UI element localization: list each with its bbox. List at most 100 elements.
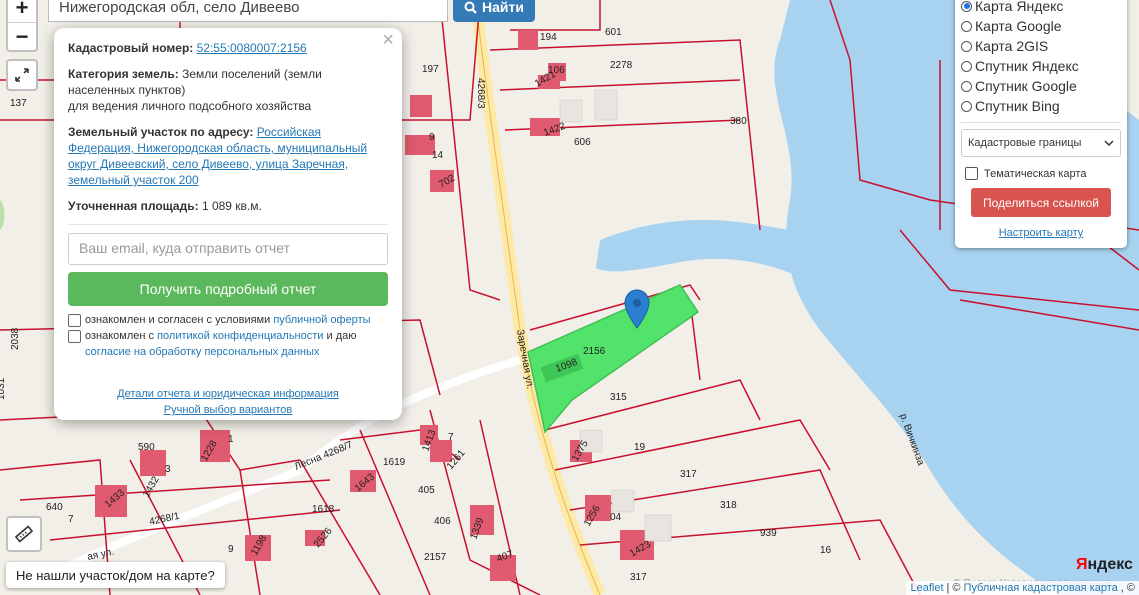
- parcel-label: 2157: [424, 552, 447, 563]
- attribution-suffix: , ©: [1120, 582, 1135, 594]
- privacy-consent-row: ознакомлен с политикой конфиденциальност…: [68, 328, 388, 360]
- layer-radio[interactable]: [961, 80, 972, 92]
- layer-option-label: Карта 2GIS: [975, 38, 1049, 54]
- parcel-label: 317: [630, 572, 647, 583]
- leaflet-link[interactable]: Leaflet: [910, 582, 943, 594]
- layer-option-label: Спутник Google: [975, 78, 1077, 94]
- share-link-button[interactable]: Поделиться ссылкой: [971, 188, 1111, 217]
- address-label: Земельный участок по адресу:: [68, 125, 254, 139]
- offer-checkbox[interactable]: [68, 314, 81, 327]
- zoom-control: + −: [6, 0, 38, 52]
- land-usage-value: для ведения личного подсобного хозяйства: [68, 99, 312, 113]
- measure-button[interactable]: [6, 516, 42, 552]
- parcel-label: 406: [434, 516, 451, 527]
- parcel-label: 1031: [0, 377, 7, 400]
- privacy-middle: и даю: [326, 330, 357, 342]
- parcel-label: 14: [432, 150, 444, 161]
- get-report-button[interactable]: Получить подробный отчет: [68, 272, 388, 306]
- cadastral-layer-select[interactable]: Кадастровые границы: [961, 129, 1121, 157]
- cadastral-number-link[interactable]: 52:55:0080007:2156: [197, 41, 307, 55]
- chevron-up-icon[interactable]: ^: [1108, 0, 1117, 8]
- chevron-down-icon: [1104, 140, 1114, 147]
- parcel-label: 7: [448, 432, 454, 443]
- yandex-logo-dark: ндекс: [1087, 556, 1133, 573]
- cadastral-number-label: Кадастровый номер:: [68, 41, 194, 55]
- parcel-label: 1: [228, 434, 234, 445]
- layer-option[interactable]: Спутник Bing: [961, 96, 1121, 116]
- parcel-label: 19: [634, 442, 646, 453]
- parcel-label: 315: [610, 392, 627, 403]
- parcel-label: 317: [680, 469, 697, 480]
- divider: [68, 224, 388, 225]
- parcel-label: 601: [605, 27, 622, 38]
- privacy-text: ознакомлен с политикой конфиденциальност…: [85, 328, 357, 360]
- configure-map-link[interactable]: Настроить карту: [961, 227, 1121, 239]
- parcel-info-popup: × Кадастровый номер: 52:55:0080007:2156 …: [54, 28, 402, 420]
- search-button-label: Найти: [482, 0, 524, 15]
- layer-option[interactable]: Карта Google: [961, 16, 1121, 36]
- search-button[interactable]: Найти: [453, 0, 535, 22]
- pkk-link[interactable]: Публичная кадастровая карта: [964, 582, 1118, 594]
- data-processing-consent-link[interactable]: согласие на обработку персональных данны…: [85, 346, 319, 358]
- offer-consent-row: ознакомлен и согласен с условиями публич…: [68, 312, 388, 328]
- parcel-label: 197: [422, 64, 439, 75]
- offer-link[interactable]: публичной оферты: [273, 314, 370, 326]
- parcel-label: 640: [46, 502, 63, 513]
- layer-option[interactable]: Спутник Google: [961, 76, 1121, 96]
- map-attribution: Leaflet | © Публичная кадастровая карта …: [906, 581, 1139, 595]
- layer-option-label: Спутник Bing: [975, 98, 1060, 114]
- select-value: Кадастровые границы: [968, 137, 1082, 149]
- privacy-prefix: ознакомлен с: [85, 330, 155, 342]
- privacy-policy-link[interactable]: политикой конфиденциальности: [157, 330, 323, 342]
- layer-option-label: Карта Google: [975, 18, 1062, 34]
- area-value: 1 089 кв.м.: [201, 199, 262, 213]
- parcel-label: 2038: [10, 327, 21, 350]
- fullscreen-icon: [15, 68, 29, 82]
- parcel-label: 590: [138, 442, 155, 453]
- parcel-label: 194: [540, 32, 557, 43]
- layer-radio[interactable]: [961, 20, 972, 32]
- land-category-row: Категория земель: Земли поселений (земли…: [68, 66, 388, 114]
- attribution-separator: | ©: [946, 582, 961, 594]
- parcel-label: 2156: [583, 346, 606, 357]
- address-row: Земельный участок по адресу: Российская …: [68, 124, 388, 188]
- area-label: Уточненная площадь:: [68, 199, 199, 213]
- area-row: Уточненная площадь: 1 089 кв.м.: [68, 198, 388, 214]
- email-field[interactable]: Ваш email, куда отправить отчет: [68, 233, 388, 265]
- fullscreen-button[interactable]: [6, 59, 38, 91]
- search-icon: [464, 1, 477, 14]
- zoom-in-button[interactable]: +: [8, 0, 36, 23]
- layer-option[interactable]: Карта Яндекс: [961, 0, 1121, 16]
- layer-radio[interactable]: [961, 60, 972, 72]
- layer-radio[interactable]: [961, 40, 972, 52]
- layer-radio[interactable]: [961, 100, 972, 112]
- land-category-label: Категория земель:: [68, 67, 179, 81]
- parcel-label: 04: [610, 512, 622, 523]
- parcel-label: 318: [720, 500, 737, 511]
- report-details-link[interactable]: Детали отчета и юридическая информация: [68, 386, 388, 402]
- yandex-logo-red: Я: [1076, 556, 1088, 573]
- address-search-input[interactable]: Нижегородская обл, село Дивеево: [48, 0, 448, 22]
- layer-option[interactable]: Карта 2GIS: [961, 36, 1121, 56]
- street-label: 4268/3: [475, 78, 486, 109]
- thematic-label: Тематическая карта: [984, 167, 1087, 180]
- manual-selection-link[interactable]: Ручной выбор вариантов: [68, 402, 388, 418]
- offer-prefix: ознакомлен и согласен с условиями: [85, 314, 271, 326]
- parcel-not-found-button[interactable]: Не нашли участок/дом на карте?: [6, 562, 225, 588]
- parcel-label: 1618: [312, 504, 335, 515]
- privacy-checkbox[interactable]: [68, 330, 81, 343]
- thematic-map-toggle[interactable]: Тематическая карта: [965, 167, 1121, 180]
- zoom-out-button[interactable]: −: [8, 23, 36, 51]
- offer-text: ознакомлен и согласен с условиями публич…: [85, 312, 371, 328]
- close-icon[interactable]: ×: [382, 30, 394, 50]
- parcel-label: 939: [760, 528, 777, 539]
- thematic-checkbox[interactable]: [965, 167, 978, 180]
- parcel-label: 405: [418, 485, 435, 496]
- layers-divider: [961, 122, 1121, 123]
- cadastral-number-row: Кадастровый номер: 52:55:0080007:2156: [68, 40, 388, 56]
- parcel-label: 9: [228, 544, 234, 555]
- layer-option[interactable]: Спутник Яндекс: [961, 56, 1121, 76]
- parcel-label: 137: [10, 98, 27, 109]
- layer-radio[interactable]: [961, 0, 972, 12]
- parcel-label: 380: [730, 116, 747, 127]
